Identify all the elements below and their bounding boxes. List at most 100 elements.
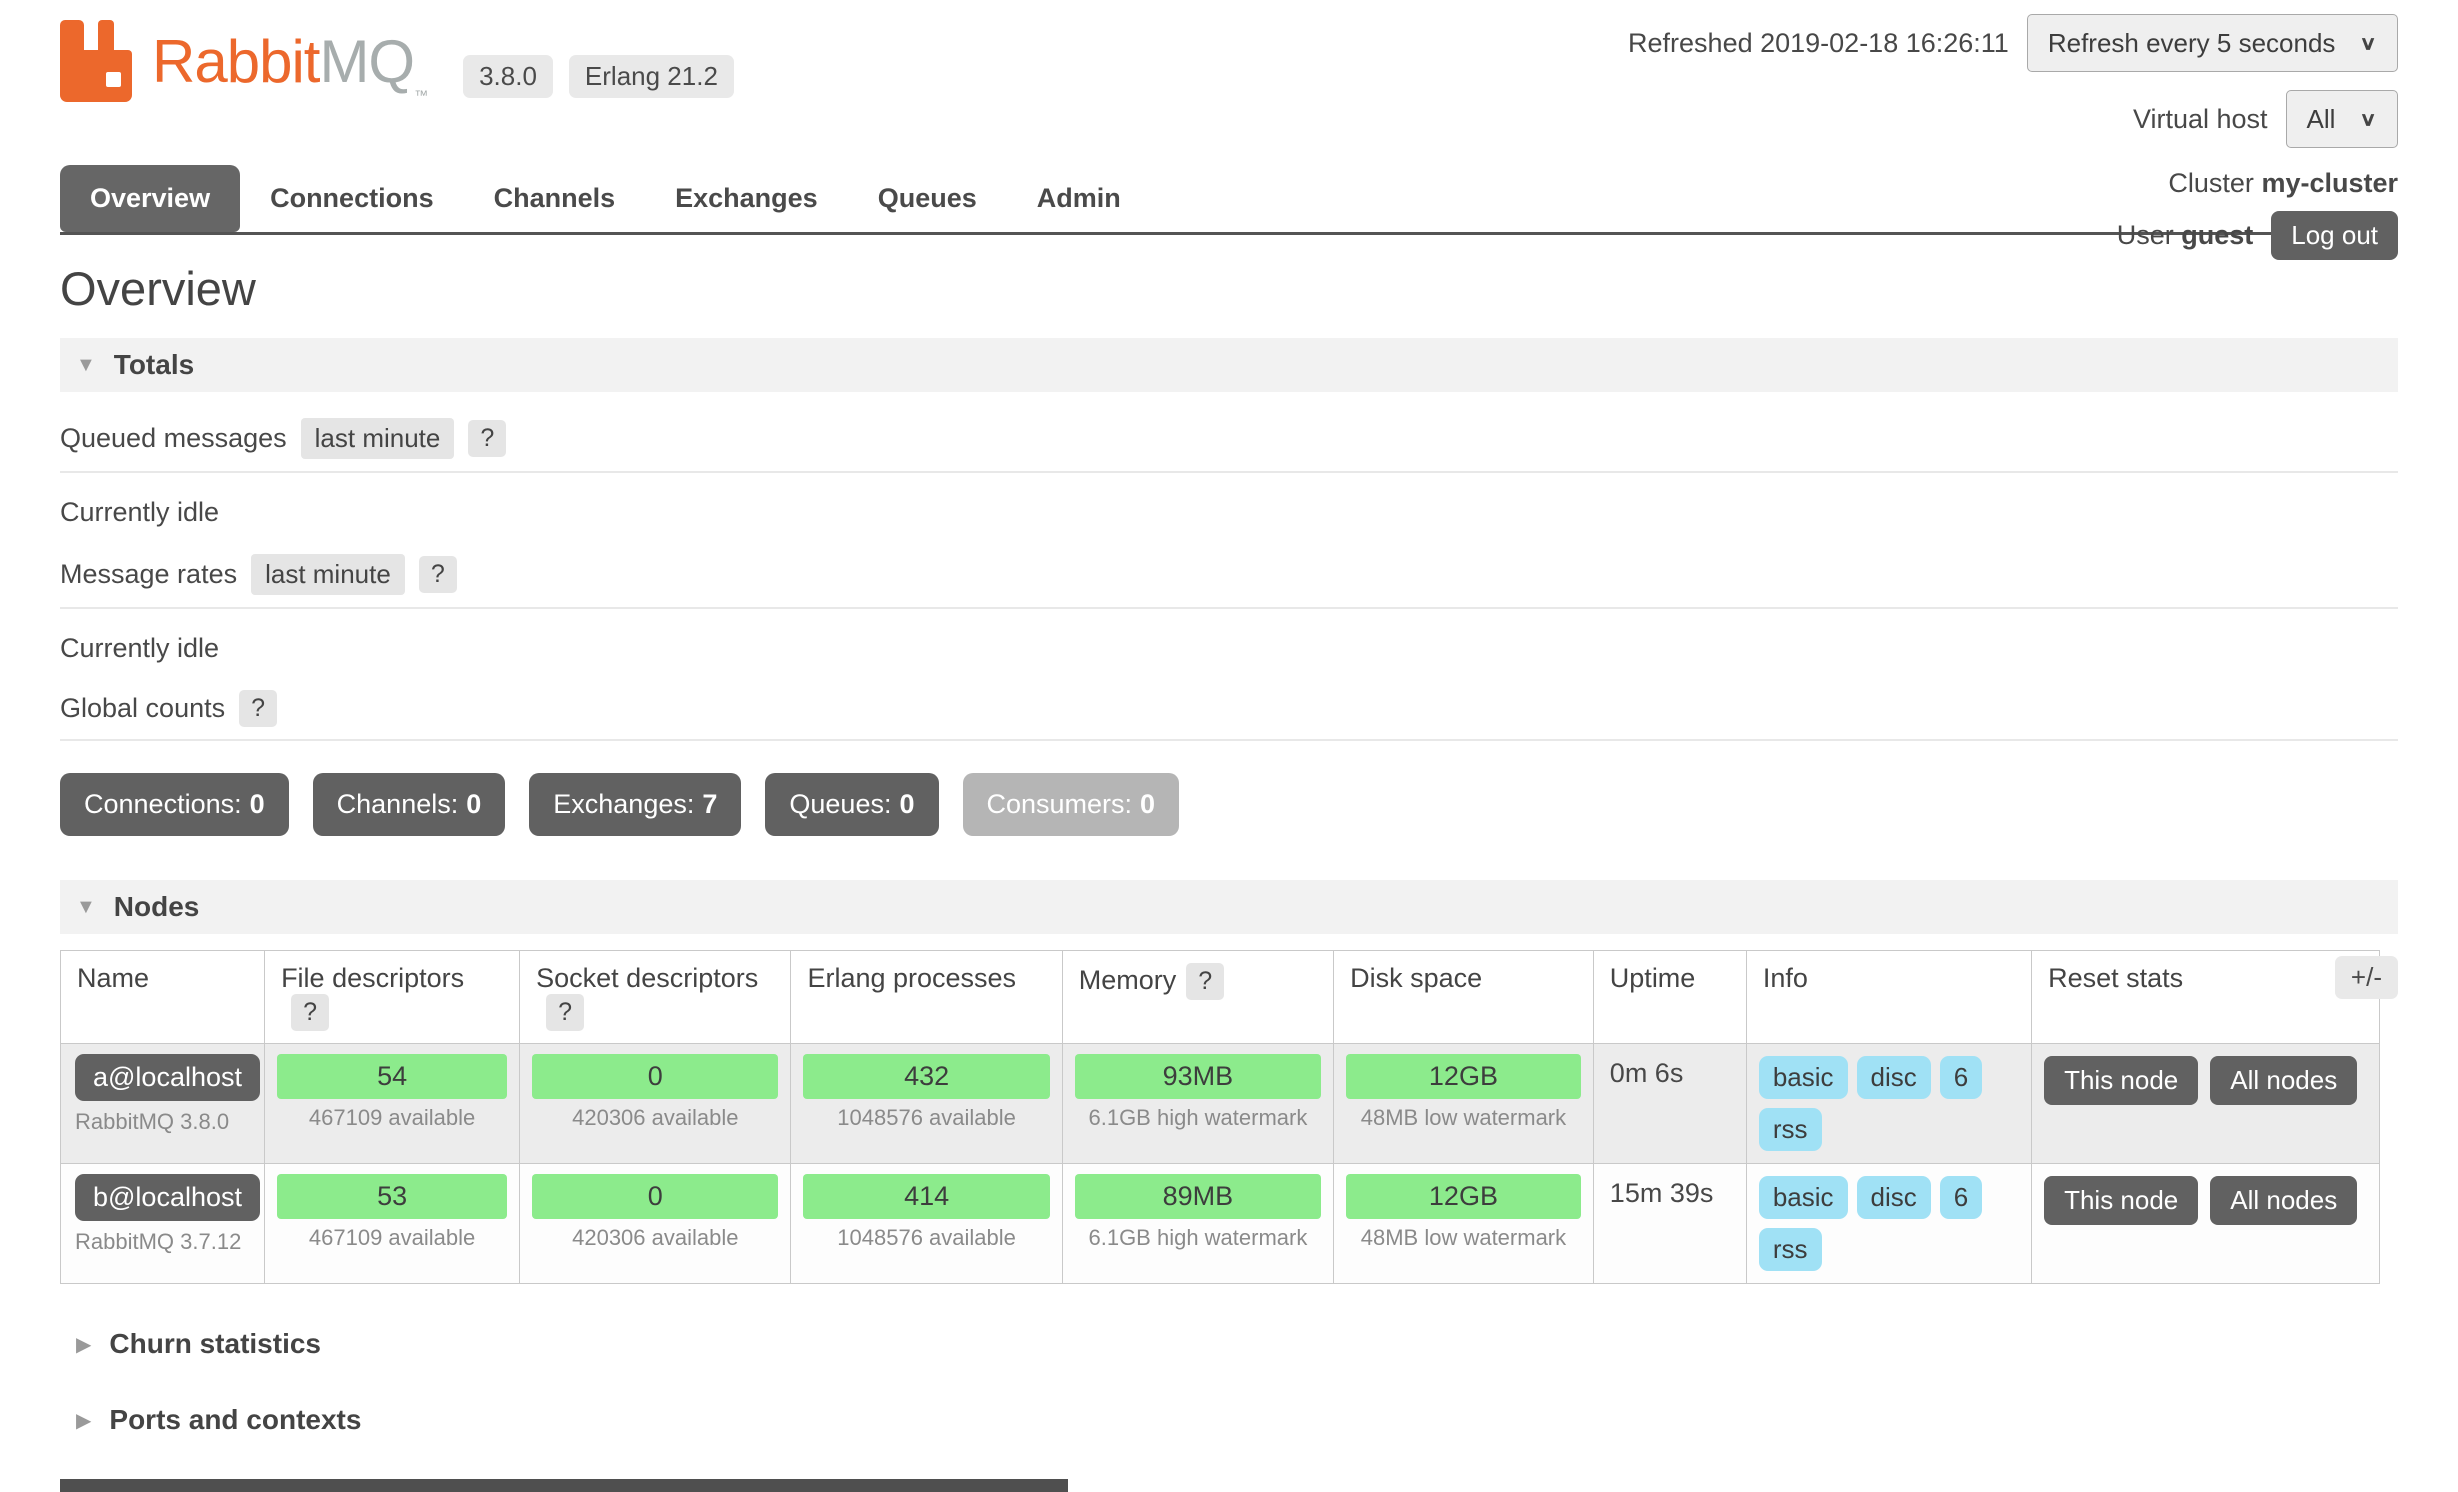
chevron-down-icon: ∨: [2359, 31, 2377, 54]
col-info: Info: [1746, 951, 2031, 1044]
reset-stats-cell: This node All nodes: [2032, 1164, 2380, 1284]
top-bar: RabbitMQ™ 3.8.0 Erlang 21.2 Refreshed 20…: [60, 0, 2398, 232]
info-cell: basic disc 6 rss: [1746, 1164, 2031, 1284]
erlang-version-badge: Erlang 21.2: [569, 55, 734, 98]
col-uptime: Uptime: [1593, 951, 1746, 1044]
tab-admin[interactable]: Admin: [1007, 165, 1151, 232]
totals-section-label: Totals: [114, 349, 194, 381]
totals-section-header[interactable]: ▼ Totals: [60, 338, 2398, 392]
metric-bar: 0: [532, 1054, 778, 1099]
reset-this-node-button[interactable]: This node: [2044, 1176, 2198, 1225]
metric-bar: 12GB: [1346, 1174, 1581, 1219]
col-disk-space: Disk space: [1334, 951, 1594, 1044]
file-descriptors-cell: 54 467109 available: [265, 1044, 520, 1164]
tab-exchanges[interactable]: Exchanges: [645, 165, 848, 232]
section-ports-and-contexts[interactable]: ▶ Ports and contexts: [60, 1404, 2398, 1436]
top-right-controls: Refreshed 2019-02-18 16:26:11 Refresh ev…: [1628, 0, 2398, 260]
cluster-label: Cluster: [2168, 168, 2254, 198]
node-version: RabbitMQ 3.7.12: [75, 1229, 250, 1255]
brand-mq: MQ: [319, 28, 414, 95]
metric-bar: 93MB: [1075, 1054, 1321, 1099]
metric-bar: 53: [277, 1174, 507, 1219]
disk-space-cell: 12GB 48MB low watermark: [1334, 1164, 1594, 1284]
rabbitmq-logo: RabbitMQ™ 3.8.0 Erlang 21.2: [60, 20, 734, 102]
tab-queues[interactable]: Queues: [848, 165, 1007, 232]
reset-all-nodes-button[interactable]: All nodes: [2210, 1056, 2357, 1105]
refreshed-timestamp: Refreshed 2019-02-18 16:26:11: [1628, 28, 2009, 59]
message-rates-label: Message rates: [60, 559, 237, 590]
exchanges-count-button[interactable]: Exchanges:7: [529, 773, 741, 836]
collapse-triangle-icon: ▼: [76, 354, 96, 377]
logout-button[interactable]: Log out: [2271, 211, 2398, 260]
global-count-buttons: Connections:0 Channels:0 Exchanges:7 Que…: [60, 773, 2398, 836]
expand-triangle-icon: ▶: [76, 1332, 91, 1357]
help-icon[interactable]: ?: [1186, 963, 1224, 1000]
rates-range-chip[interactable]: last minute: [251, 554, 405, 595]
erlang-processes-cell: 414 1048576 available: [791, 1164, 1062, 1284]
socket-descriptors-cell: 0 420306 available: [520, 1044, 791, 1164]
help-icon[interactable]: ?: [546, 994, 584, 1031]
queued-range-chip[interactable]: last minute: [301, 418, 455, 459]
queued-messages-label: Queued messages: [60, 423, 287, 454]
help-icon[interactable]: ?: [419, 556, 457, 593]
col-memory: Memory?: [1062, 951, 1333, 1044]
uptime-cell: 15m 39s: [1593, 1164, 1746, 1284]
nodes-section-header[interactable]: ▼ Nodes: [60, 880, 2398, 934]
nodes-section-label: Nodes: [114, 891, 200, 923]
rabbitmq-management-page: RabbitMQ™ 3.8.0 Erlang 21.2 Refreshed 20…: [0, 0, 2458, 1492]
queued-status: Currently idle: [60, 497, 2398, 528]
col-socket-descriptors: Socket descriptors?: [520, 951, 791, 1044]
erlang-processes-cell: 432 1048576 available: [791, 1044, 1062, 1164]
info-chip-rss: rss: [1759, 1228, 1822, 1271]
memory-cell: 89MB 6.1GB high watermark: [1062, 1164, 1333, 1284]
queues-count-button[interactable]: Queues:0: [765, 773, 938, 836]
info-chip-disc: disc: [1857, 1176, 1931, 1219]
tab-connections[interactable]: Connections: [240, 165, 464, 232]
user-label: User guest: [2117, 220, 2254, 251]
node-row-a: a@localhost RabbitMQ 3.8.0 54 467109 ava…: [61, 1044, 2380, 1164]
col-erlang-processes: Erlang processes: [791, 951, 1062, 1044]
global-counts-label: Global counts: [60, 693, 225, 724]
cluster-name: my-cluster: [2261, 168, 2398, 198]
expand-triangle-icon: ▶: [76, 1408, 91, 1433]
reset-this-node-button[interactable]: This node: [2044, 1056, 2198, 1105]
node-name-pill: b@localhost: [75, 1174, 260, 1221]
uptime-cell: 0m 6s: [1593, 1044, 1746, 1164]
connections-count-button[interactable]: Connections:0: [60, 773, 289, 836]
rates-status: Currently idle: [60, 633, 2398, 664]
brand-wordmark: RabbitMQ™: [152, 32, 427, 102]
main-nav: Overview Connections Channels Exchanges …: [60, 165, 1151, 232]
virtual-host-value: All: [2307, 104, 2336, 135]
user-name: guest: [2181, 220, 2253, 250]
socket-descriptors-cell: 0 420306 available: [520, 1164, 791, 1284]
section-churn-statistics[interactable]: ▶ Churn statistics: [60, 1328, 2398, 1360]
node-name-pill: a@localhost: [75, 1054, 260, 1101]
bottom-cutoff-bar: [60, 1479, 1068, 1492]
tab-channels[interactable]: Channels: [464, 165, 646, 232]
channels-count-button[interactable]: Channels:0: [313, 773, 506, 836]
disk-space-cell: 12GB 48MB low watermark: [1334, 1044, 1594, 1164]
help-icon[interactable]: ?: [468, 420, 506, 457]
collapse-triangle-icon: ▼: [76, 896, 96, 919]
reset-all-nodes-button[interactable]: All nodes: [2210, 1176, 2357, 1225]
help-icon[interactable]: ?: [239, 690, 277, 727]
tab-overview[interactable]: Overview: [60, 165, 240, 232]
help-icon[interactable]: ?: [291, 994, 329, 1031]
info-chip-disc: disc: [1857, 1056, 1931, 1099]
metric-bar: 0: [532, 1174, 778, 1219]
metric-bar: 89MB: [1075, 1174, 1321, 1219]
info-chip-cores: 6: [1940, 1056, 1982, 1099]
col-file-descriptors: File descriptors?: [265, 951, 520, 1044]
memory-cell: 93MB 6.1GB high watermark: [1062, 1044, 1333, 1164]
virtual-host-select[interactable]: All ∨: [2286, 90, 2398, 148]
node-row-b: b@localhost RabbitMQ 3.7.12 53 467109 av…: [61, 1164, 2380, 1284]
info-chip-rss: rss: [1759, 1108, 1822, 1151]
column-toggle-chip[interactable]: +/-: [2335, 956, 2398, 999]
rabbitmq-version-badge: 3.8.0: [463, 55, 553, 98]
col-reset-stats: Reset stats: [2032, 951, 2380, 1044]
table-header-row: Name File descriptors? Socket descriptor…: [61, 951, 2380, 1044]
refresh-interval-value: Refresh every 5 seconds: [2048, 28, 2336, 59]
consumers-count-button: Consumers:0: [963, 773, 1180, 836]
refresh-interval-select[interactable]: Refresh every 5 seconds ∨: [2027, 14, 2398, 72]
info-chip-basic: basic: [1759, 1056, 1848, 1099]
